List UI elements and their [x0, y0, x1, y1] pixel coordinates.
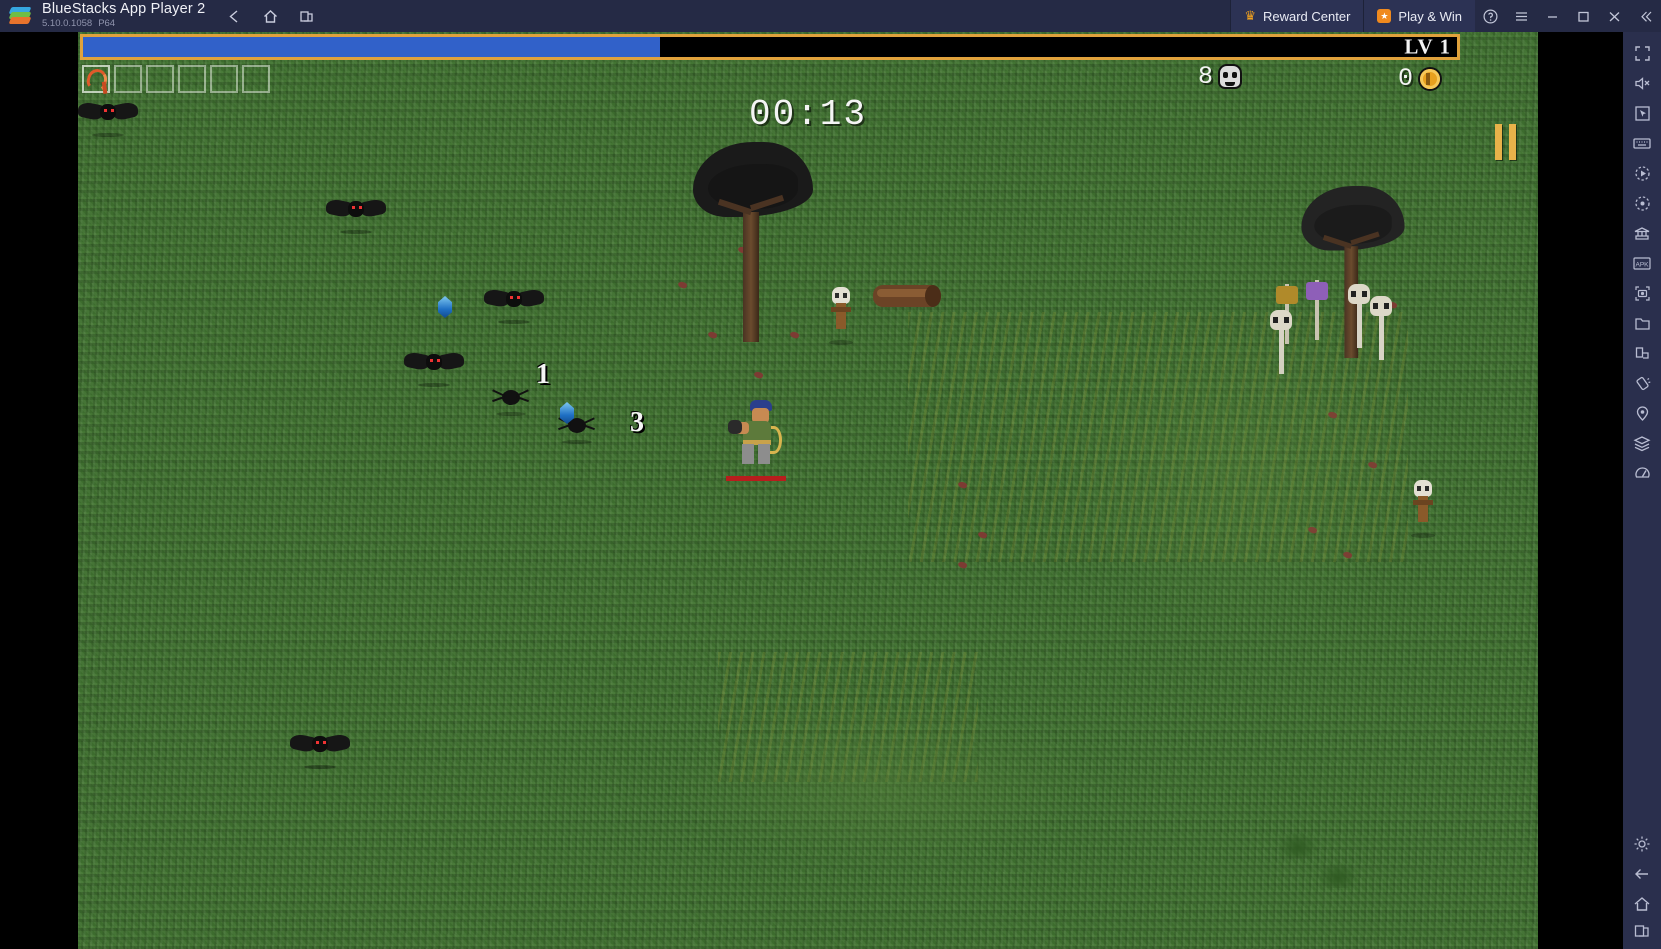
maximize-icon[interactable]: [1568, 0, 1599, 32]
xp-gem: [560, 402, 574, 424]
star-badge-icon: ★: [1377, 9, 1392, 23]
script-record-icon[interactable]: [1623, 188, 1661, 218]
reward-center-button[interactable]: ♛ Reward Center: [1230, 0, 1364, 32]
player-character: [726, 400, 786, 481]
coin-icon: [1420, 68, 1441, 89]
window-controls: [1475, 0, 1661, 32]
help-icon[interactable]: [1475, 0, 1506, 32]
fallen-log: [873, 277, 941, 317]
kill-counter: 8: [1198, 62, 1241, 91]
grave-marker: [1268, 310, 1294, 374]
build-tag: P64: [98, 18, 116, 29]
shake-icon[interactable]: [1623, 368, 1661, 398]
grave-marker: [1368, 296, 1394, 360]
shrub: [1278, 832, 1318, 858]
spider-enemy: [490, 382, 534, 416]
xp-bar-fill: [83, 37, 661, 57]
bat-enemy: [326, 197, 386, 234]
damage-number: 3: [630, 407, 644, 438]
title-block: BlueStacks App Player 2 5.10.0.1058 P64: [42, 2, 205, 30]
android-home-icon[interactable]: [1623, 889, 1661, 919]
skeleton-enemy: [826, 287, 856, 345]
bush-patch: [718, 652, 978, 782]
android-recents-icon[interactable]: [1623, 919, 1661, 949]
coin-count-value: 0: [1398, 64, 1414, 93]
media-manager-icon[interactable]: [1623, 308, 1661, 338]
coin-counter: 0: [1398, 64, 1441, 93]
skeleton-enemy: [1408, 480, 1438, 538]
keyboard-controls-icon[interactable]: [1623, 128, 1661, 158]
back-icon[interactable]: [223, 5, 245, 27]
minimize-icon[interactable]: [1537, 0, 1568, 32]
weapon-slots: [82, 65, 270, 93]
screenshot-icon[interactable]: [1623, 278, 1661, 308]
weapon-slot-empty[interactable]: [210, 65, 238, 93]
svg-text:APK: APK: [1635, 261, 1649, 268]
skull-icon: [1220, 66, 1241, 87]
xp-gem: [438, 296, 452, 318]
bat-enemy: [484, 287, 544, 324]
weapon-slot-empty[interactable]: [242, 65, 270, 93]
leaf: [677, 280, 688, 290]
crown-icon: ♛: [1244, 8, 1256, 23]
titlebar-right: ♛ Reward Center ★ Play & Win: [1230, 0, 1661, 32]
app-version: 5.10.0.1058 P64: [42, 18, 205, 30]
app-title: BlueStacks App Player 2: [42, 1, 206, 17]
location-icon[interactable]: [1623, 398, 1661, 428]
nav-buttons: [223, 5, 317, 27]
title-bar: BlueStacks App Player 2 5.10.0.1058 P64 ♛…: [0, 0, 1661, 32]
banner-flag: [1306, 280, 1328, 340]
bluestacks-sidebar: APK: [1623, 32, 1661, 949]
menu-icon[interactable]: [1506, 0, 1537, 32]
macro-recorder-icon[interactable]: [1623, 158, 1661, 188]
settings-gear-icon[interactable]: [1623, 829, 1661, 859]
pause-button[interactable]: [1495, 124, 1516, 160]
bluestacks-logo-icon: [8, 3, 34, 29]
level-label: LV 1: [1404, 34, 1451, 59]
play-and-win-label: Play & Win: [1398, 8, 1462, 24]
weapon-slot-whip[interactable]: [82, 65, 110, 93]
xp-bar: LV 1: [80, 34, 1460, 60]
bat-enemy: [290, 732, 350, 769]
android-back-icon[interactable]: [1623, 859, 1661, 889]
cursor-pointer-icon[interactable]: [1623, 98, 1661, 128]
tree: [688, 142, 818, 342]
game-timer: 00:13: [748, 94, 868, 135]
weapon-slot-empty[interactable]: [114, 65, 142, 93]
game-viewport[interactable]: 1 3 LV 1 00:13 8 0: [78, 32, 1538, 949]
multi-instance-icon[interactable]: [1623, 218, 1661, 248]
home-icon[interactable]: [259, 5, 281, 27]
player-health-bar: [726, 476, 786, 481]
mute-icon[interactable]: [1623, 68, 1661, 98]
performance-icon[interactable]: [1623, 458, 1661, 488]
reward-center-label: Reward Center: [1262, 8, 1351, 24]
recents-icon[interactable]: [295, 5, 317, 27]
bat-enemy: [404, 350, 464, 387]
fullscreen-icon[interactable]: [1623, 38, 1661, 68]
install-apk-icon[interactable]: APK: [1623, 248, 1661, 278]
play-and-win-button[interactable]: ★ Play & Win: [1363, 0, 1475, 32]
damage-number: 1: [536, 359, 550, 390]
shrub: [1318, 862, 1358, 888]
weapon-slot-empty[interactable]: [146, 65, 174, 93]
leaf: [753, 370, 764, 380]
whip-icon: [84, 67, 110, 93]
kill-count-value: 8: [1198, 62, 1214, 91]
rotate-screen-icon[interactable]: [1623, 338, 1661, 368]
collapse-sidebar-icon[interactable]: [1630, 0, 1661, 32]
eco-mode-icon[interactable]: [1623, 428, 1661, 458]
version-number: 5.10.0.1058: [42, 18, 93, 29]
close-icon[interactable]: [1599, 0, 1630, 32]
bluestacks-window: BlueStacks App Player 2 5.10.0.1058 P64 ♛…: [0, 0, 1661, 949]
weapon-slot-empty[interactable]: [178, 65, 206, 93]
